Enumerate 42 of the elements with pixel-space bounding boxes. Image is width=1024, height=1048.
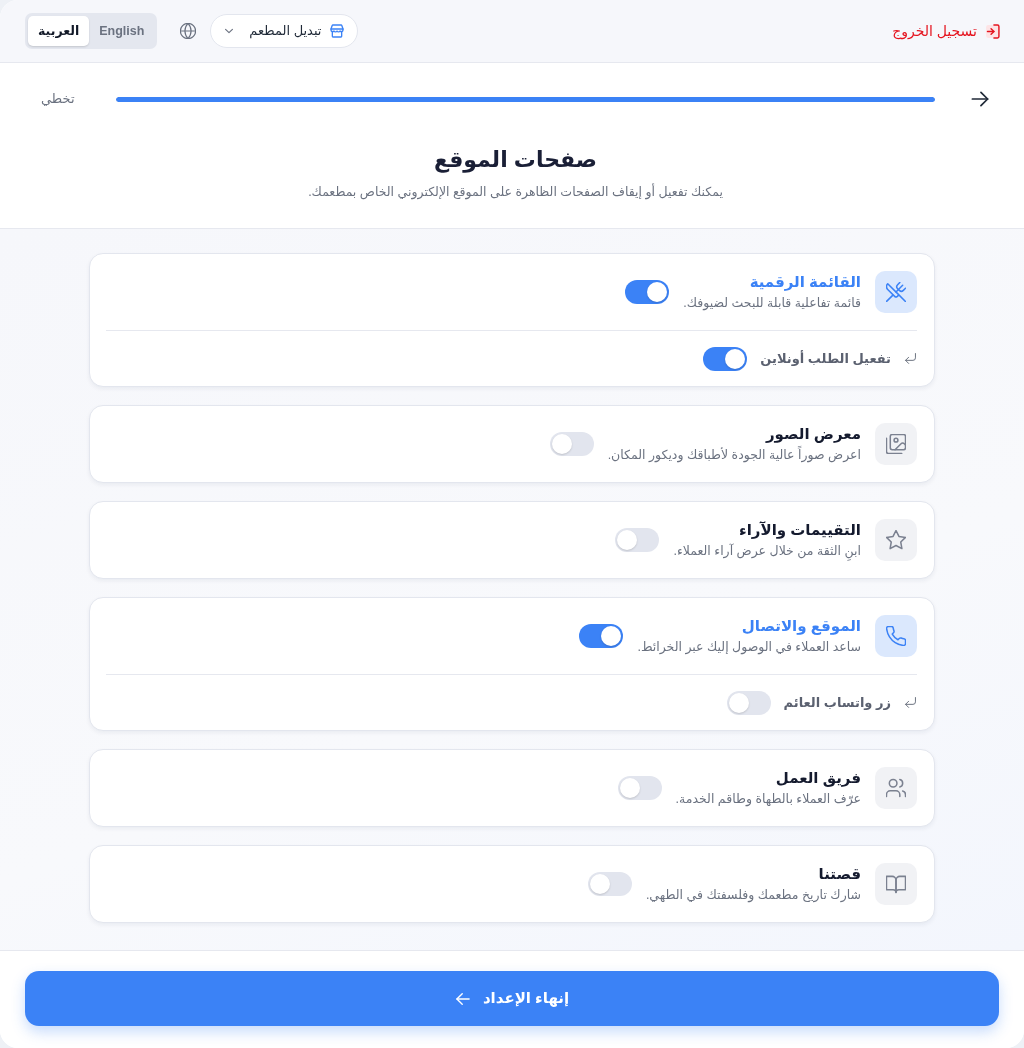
phone-icon: [875, 615, 917, 657]
logout-link[interactable]: تسجيل الخروج: [892, 21, 1000, 41]
store-icon: [330, 24, 345, 38]
section-description: ساعد العملاء في الوصول إليك عبر الخرائط.: [637, 639, 861, 656]
section-description: قائمة تفاعلية قابلة للبحث لضيوفك.: [683, 295, 861, 312]
language-option[interactable]: English: [89, 16, 155, 46]
section-description: اعرض صوراً عالية الجودة لأطباقك وديكور المكان.: [607, 446, 861, 464]
section-description: ابنِ الثقة من خلال عرض آراء العملاء.: [673, 542, 861, 560]
section-title: فريق العمل: [775, 768, 861, 788]
page-title: صفحات الموقع: [433, 146, 598, 175]
arrow-left-icon: [454, 990, 471, 1007]
section-description: عرّف العملاء بالطهاة وطاقم الخدمة.: [675, 791, 861, 808]
toggle-switch[interactable]: [615, 528, 660, 552]
return-arrow-icon: [904, 352, 917, 365]
toggle-switch[interactable]: [549, 432, 594, 456]
open-book-icon: [875, 863, 917, 905]
language-option[interactable]: العربية: [28, 16, 90, 46]
toggle-switch[interactable]: [703, 346, 748, 371]
section-description: شارك تاريخ مطعمك وفلسفتك في الطهي.: [645, 887, 861, 904]
return-arrow-icon: [904, 696, 917, 709]
section-title: القائمة الرقمية: [749, 272, 861, 292]
toggle-switch[interactable]: [587, 872, 632, 896]
section-title: الموقع والاتصال: [741, 616, 861, 636]
page-subtitle: يمكنك تفعيل أو إيقاف الصفحات الظاهرة على الموقع الإلكتروني الخاص بمطعمك.: [308, 183, 723, 201]
toggle-switch[interactable]: [625, 280, 670, 304]
people-icon: [875, 767, 917, 809]
pictures-icon: [875, 423, 917, 465]
toggle-switch[interactable]: [579, 624, 624, 648]
arrow-right-icon[interactable]: [970, 89, 990, 109]
skip-link[interactable]: تخطي: [41, 89, 75, 109]
finish-button[interactable]: إنهاء الإعداد: [25, 971, 999, 1026]
restaurant-switcher[interactable]: تبديل المطعم: [210, 14, 359, 48]
section-title: معرض الصور: [765, 424, 861, 444]
fork-knife-icon: [875, 271, 917, 313]
option-label: تفعيل الطلب أونلاين: [760, 349, 891, 368]
option-label: زر واتساب العائم: [783, 693, 891, 712]
toggle-switch[interactable]: [617, 776, 662, 800]
toggle-switch[interactable]: [726, 690, 771, 715]
section-title: قصتنا: [818, 864, 861, 884]
logout-icon: [985, 23, 1000, 39]
globe-icon: [180, 23, 197, 39]
section-title: التقييمات والآراء: [739, 520, 861, 540]
